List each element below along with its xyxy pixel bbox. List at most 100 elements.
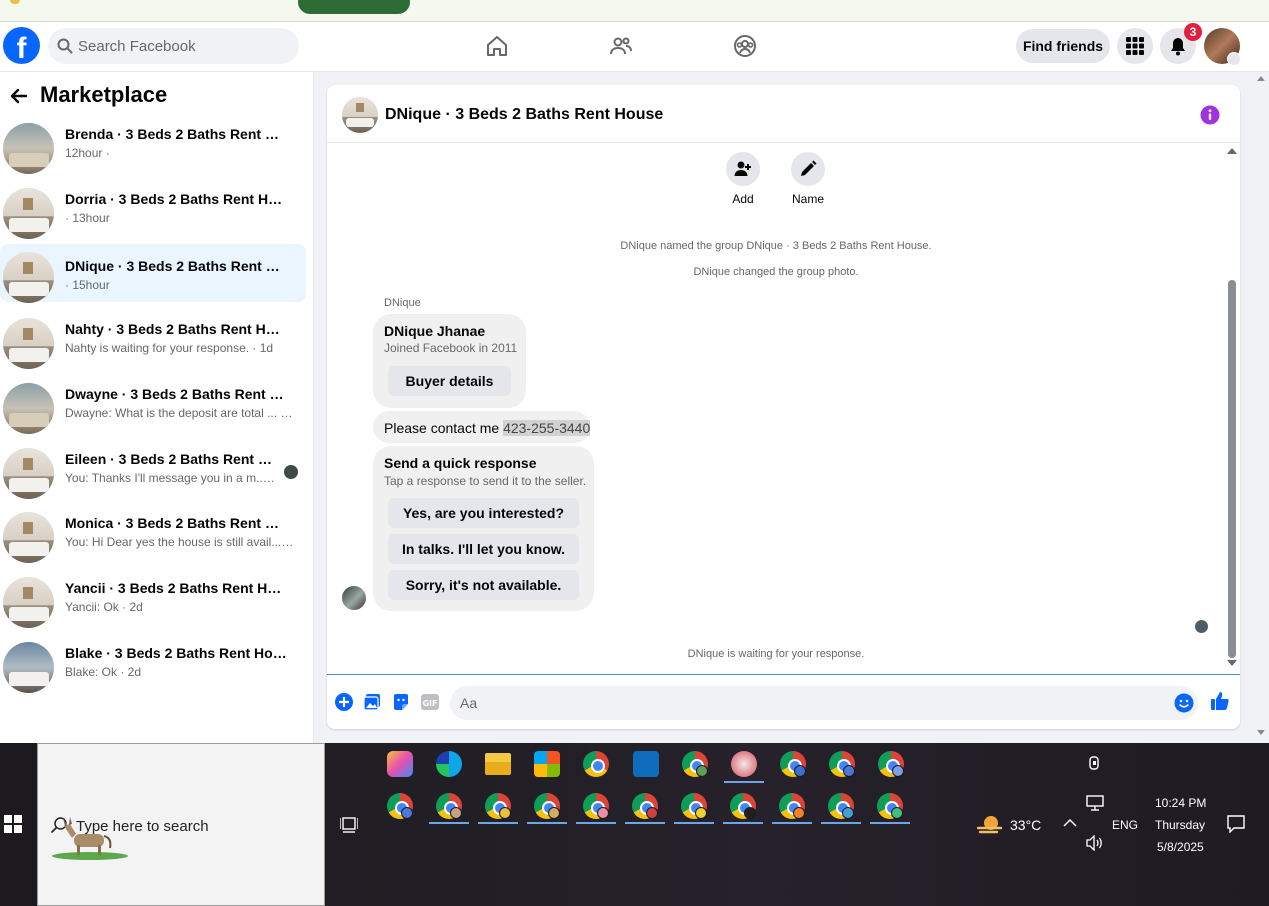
gif-icon[interactable]: GIF [420, 693, 440, 711]
back-arrow-icon[interactable] [8, 86, 28, 106]
scroll-thumb[interactable] [1228, 280, 1236, 658]
meet-now-icon[interactable] [1087, 755, 1103, 771]
chrome-app-icon[interactable] [583, 751, 609, 777]
conversation-item[interactable]: Monica · 3 Beds 2 Baths Rent House You: … [0, 508, 306, 566]
sticker-icon[interactable] [392, 693, 410, 711]
chrome-app-icon[interactable] [632, 793, 658, 819]
photo-icon[interactable] [363, 693, 381, 711]
chrome-app-icon[interactable] [828, 793, 854, 819]
language-indicator[interactable]: ENG [1112, 818, 1138, 832]
chevron-up-icon[interactable] [1063, 818, 1077, 828]
message-field[interactable] [450, 686, 1198, 720]
quick-response-not-available-button[interactable]: Sorry, it's not available. [388, 570, 579, 600]
quick-response-in-talks-button[interactable]: In talks. I'll let you know. [388, 534, 579, 564]
conversation-item[interactable]: Brenda · 3 Beds 2 Baths Rent House 12hou… [0, 119, 306, 177]
browser-top-strip [0, 0, 1269, 22]
chrome-app-icon[interactable] [730, 793, 756, 819]
volume-icon[interactable] [1086, 835, 1104, 851]
network-icon[interactable] [1086, 795, 1104, 811]
chrome-app-icon[interactable] [780, 751, 806, 777]
waiting-status: DNique is waiting for your response. [687, 648, 865, 660]
clock-day[interactable]: Thursday [1155, 818, 1205, 832]
find-friends-button[interactable]: Find friends [1016, 29, 1110, 63]
chrome-app-icon[interactable] [534, 793, 560, 819]
quick-response-bubble: Send a quick response Tap a response to … [373, 446, 594, 611]
copilot-app-icon[interactable] [387, 751, 413, 777]
chrome-app-icon[interactable] [681, 793, 707, 819]
chrome-app-icon[interactable] [485, 793, 511, 819]
scroll-up-arrow-icon[interactable] [1227, 148, 1237, 154]
profile-joined: Joined Facebook in 2011 [384, 341, 518, 355]
listing-thumbnail [3, 512, 54, 563]
chevron-down-icon[interactable] [1227, 52, 1241, 66]
friends-icon[interactable] [609, 34, 633, 58]
thumbs-up-icon[interactable] [1210, 691, 1230, 711]
name-group-action[interactable]: Name [778, 152, 838, 206]
page-scroll-up-icon[interactable] [1257, 76, 1265, 81]
top-banner-button[interactable] [298, 0, 410, 14]
buyer-details-button[interactable]: Buyer details [388, 366, 511, 396]
temperature-text[interactable]: 33°C [1010, 817, 1041, 833]
paint-app-icon[interactable] [731, 751, 757, 777]
phone-number[interactable]: 423-255-3440 [503, 420, 591, 436]
seen-avatar [284, 465, 298, 479]
outlook-app-icon[interactable] [633, 751, 659, 777]
message-bubble: Please contact me 423-255-3440 [373, 411, 591, 443]
conversation-preview: Nahty is waiting for your response. · 1d [65, 341, 274, 355]
scroll-down-arrow-icon[interactable] [1227, 660, 1237, 666]
clock-time[interactable]: 10:24 PM [1155, 796, 1206, 810]
taskbar-search[interactable] [37, 743, 325, 906]
quick-response-yes-button[interactable]: Yes, are you interested? [388, 498, 579, 528]
conversation-item[interactable]: Dwayne · 3 Beds 2 Baths Rent House Dwayn… [0, 379, 306, 437]
clock-date[interactable]: 5/8/2025 [1157, 840, 1204, 854]
conversation-preview: 12hour · [65, 146, 110, 160]
chrome-app-icon[interactable] [387, 793, 413, 819]
page-scrollbar[interactable] [1254, 72, 1269, 743]
chrome-app-icon[interactable] [829, 751, 855, 777]
conversation-item[interactable]: Dorria · 3 Beds 2 Baths Rent House · 13h… [0, 184, 306, 242]
sender-name: DNique [384, 297, 421, 309]
chat-title[interactable]: DNique · 3 Beds 2 Baths Rent House [385, 106, 663, 124]
conversation-name: DNique · 3 Beds 2 Baths Rent House [65, 258, 287, 274]
add-people-action[interactable]: Add [713, 152, 773, 206]
microsoft-store-icon[interactable] [534, 751, 560, 777]
notification-center-icon[interactable] [1227, 815, 1245, 833]
chrome-app-icon[interactable] [583, 793, 609, 819]
name-label: Name [791, 192, 824, 206]
search-input[interactable] [78, 28, 288, 64]
edge-app-icon[interactable] [436, 751, 462, 777]
message-scrollbar[interactable] [1225, 144, 1240, 674]
running-app-indicator [625, 822, 665, 824]
search-box[interactable] [48, 28, 299, 64]
message-text: Please contact me 423-255-3440 [384, 420, 591, 436]
chat-header-thumbnail[interactable] [342, 97, 378, 133]
chrome-app-icon[interactable] [436, 793, 462, 819]
weather-icon[interactable] [977, 814, 1003, 836]
conversation-item-active[interactable]: DNique · 3 Beds 2 Baths Rent House · 15h… [0, 244, 306, 303]
chrome-app-icon[interactable] [877, 793, 903, 819]
info-icon[interactable] [1200, 105, 1220, 125]
chrome-app-icon[interactable] [779, 793, 805, 819]
conversation-item[interactable]: Yancii · 3 Beds 2 Baths Rent House Yanci… [0, 573, 306, 631]
conversation-item[interactable]: Blake · 3 Beds 2 Baths Rent House Blake:… [0, 638, 306, 696]
menu-button[interactable] [1117, 28, 1153, 64]
plus-icon[interactable] [335, 693, 353, 711]
conversation-name: Brenda · 3 Beds 2 Baths Rent House [65, 126, 287, 142]
facebook-logo-icon[interactable]: f [3, 27, 40, 64]
groups-icon[interactable] [733, 34, 757, 58]
page-scroll-down-icon[interactable] [1257, 730, 1265, 735]
file-explorer-icon[interactable] [485, 753, 511, 775]
emoji-icon[interactable] [1174, 693, 1194, 713]
conversation-item[interactable]: Nahty · 3 Beds 2 Baths Rent House Nahty … [0, 314, 306, 372]
listing-thumbnail [3, 448, 54, 499]
message-input[interactable] [460, 686, 1160, 720]
sender-avatar[interactable] [342, 586, 366, 610]
chrome-app-icon[interactable] [878, 751, 904, 777]
conversation-item[interactable]: Eileen · 3 Beds 2 Baths Rent Hou... You:… [0, 444, 306, 502]
running-app-indicator [429, 822, 469, 824]
task-view-icon[interactable] [340, 815, 358, 833]
windows-start-icon[interactable] [4, 815, 22, 833]
chrome-app-icon[interactable] [682, 751, 708, 777]
home-icon[interactable] [485, 34, 509, 58]
active-app-indicator [724, 781, 764, 783]
